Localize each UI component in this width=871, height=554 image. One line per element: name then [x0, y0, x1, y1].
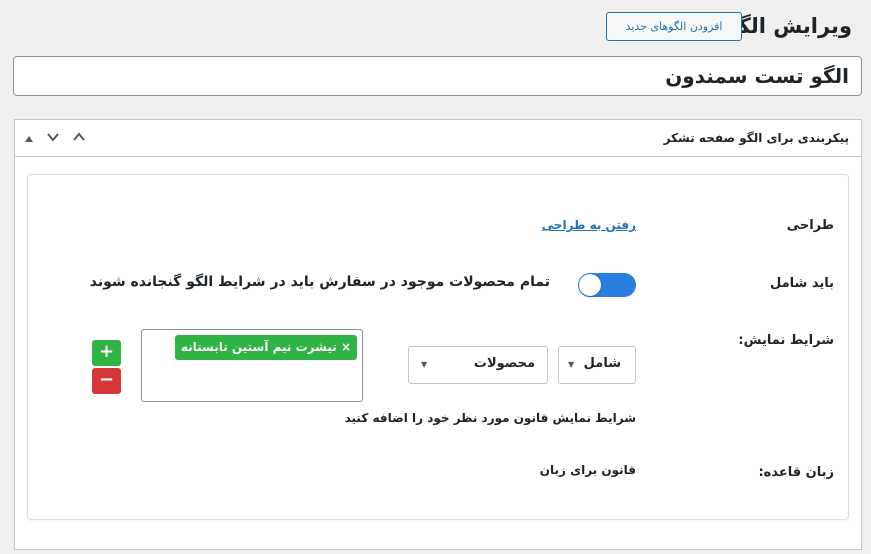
- condition-select-value: شامل: [583, 356, 621, 371]
- display-conditions-helper: شرایط نمایش قانون مورد نظر خود را اضافه …: [344, 411, 636, 425]
- condition-select[interactable]: شامل ▼: [558, 346, 636, 384]
- base-language-label: زبان قاعده:: [758, 465, 834, 480]
- must-include-description: تمام محصولات موجود در سفارش باید در شرای…: [89, 274, 550, 290]
- plus-icon: +: [98, 341, 115, 362]
- tag-label: تیشرت نیم آستین تابستانه: [180, 340, 337, 354]
- add-condition-button[interactable]: +: [92, 340, 121, 366]
- tag-remove-icon[interactable]: ×: [341, 340, 351, 354]
- products-tag-input[interactable]: × تیشرت نیم آستین تابستانه: [141, 329, 363, 402]
- remove-condition-button[interactable]: −: [92, 368, 121, 394]
- go-to-design-link[interactable]: رفتن به طراحی: [542, 218, 636, 232]
- caret-down-icon: ▼: [568, 360, 575, 369]
- collapse-toggle-button[interactable]: [69, 128, 89, 148]
- display-conditions-label: شرایط نمایش:: [738, 333, 834, 348]
- settings-card: طراحی رفتن به طراحی باید شامل تمام محصول…: [27, 174, 849, 520]
- move-up-button[interactable]: [19, 128, 39, 148]
- design-label: طراحی: [786, 218, 834, 233]
- chevron-up-icon: [72, 129, 86, 148]
- triangle-up-icon: [24, 129, 34, 148]
- template-title-input[interactable]: [13, 56, 862, 96]
- base-language-value: قانون برای زبان: [539, 463, 636, 477]
- must-include-label: باید شامل: [770, 276, 834, 291]
- type-select[interactable]: محصولات ▼: [408, 346, 548, 384]
- type-select-value: محصولات: [473, 356, 535, 371]
- metabox-header: پیکربندی برای الگو صفحه تشکر: [15, 120, 861, 157]
- page-title: ویرایش الگو: [725, 14, 852, 38]
- template-config-metabox: پیکربندی برای الگو صفحه تشکر طراحی رفتن …: [14, 119, 862, 550]
- chevron-down-icon: [46, 129, 60, 148]
- toggle-knob: [579, 274, 601, 296]
- must-include-toggle[interactable]: [578, 273, 636, 297]
- selected-product-tag: × تیشرت نیم آستین تابستانه: [174, 335, 357, 360]
- metabox-title: پیکربندی برای الگو صفحه تشکر: [663, 131, 849, 145]
- move-down-button[interactable]: [43, 128, 63, 148]
- minus-icon: −: [98, 369, 115, 390]
- add-new-template-button[interactable]: افزودن الگوهای جدید: [606, 12, 742, 41]
- caret-down-icon: ▼: [421, 360, 428, 369]
